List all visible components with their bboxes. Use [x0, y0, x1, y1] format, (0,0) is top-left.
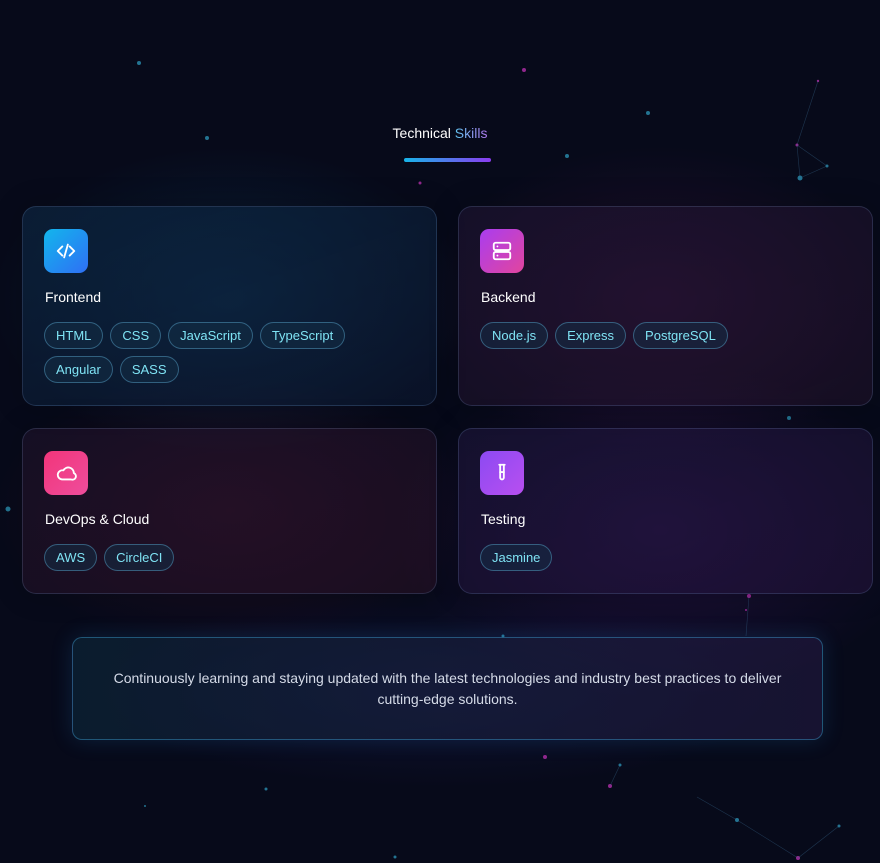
skill-tag: Jasmine	[480, 544, 553, 571]
test-tube-icon	[480, 451, 524, 495]
code-icon	[44, 229, 88, 273]
card-title: Frontend	[45, 289, 102, 305]
learning-note-text: Continuously learning and staying update…	[113, 669, 782, 707]
server-icon	[480, 229, 524, 273]
tag-list: HTML CSS JavaScript TypeScript Angular S…	[44, 322, 418, 383]
card-title: DevOps & Cloud	[45, 511, 150, 527]
tag-list: Jasmine	[480, 544, 854, 571]
section-title-plain: Technical	[392, 125, 451, 141]
skill-card-backend: Backend Node.js Express PostgreSQL	[458, 206, 873, 406]
skill-tag: Angular	[44, 356, 113, 383]
skill-tag: Express	[555, 322, 627, 349]
cloud-icon	[44, 451, 88, 495]
section-title: Technical Skills	[0, 125, 880, 141]
title-underline	[404, 158, 491, 162]
skill-tag: Node.js	[480, 322, 549, 349]
skill-card-testing: Testing Jasmine	[458, 428, 873, 594]
tag-list: Node.js Express PostgreSQL	[480, 322, 854, 349]
section-title-accent: Skills	[454, 125, 488, 141]
skill-card-devops: DevOps & Cloud AWS CircleCI	[22, 428, 437, 594]
skill-tag: PostgreSQL	[633, 322, 728, 349]
skill-tag: TypeScript	[259, 322, 346, 349]
skill-tag: JavaScript	[168, 322, 253, 349]
skill-tag: CircleCI	[104, 544, 175, 571]
skill-tag: HTML	[44, 322, 104, 349]
card-title: Testing	[481, 511, 526, 527]
tag-list: AWS CircleCI	[44, 544, 418, 571]
skill-card-frontend: Frontend HTML CSS JavaScript TypeScript …	[22, 206, 437, 406]
learning-note: Continuously learning and staying update…	[72, 637, 823, 740]
card-title: Backend	[481, 289, 536, 305]
skill-tag: SASS	[119, 356, 179, 383]
skill-tag: AWS	[44, 544, 98, 571]
skill-tag: CSS	[110, 322, 162, 349]
